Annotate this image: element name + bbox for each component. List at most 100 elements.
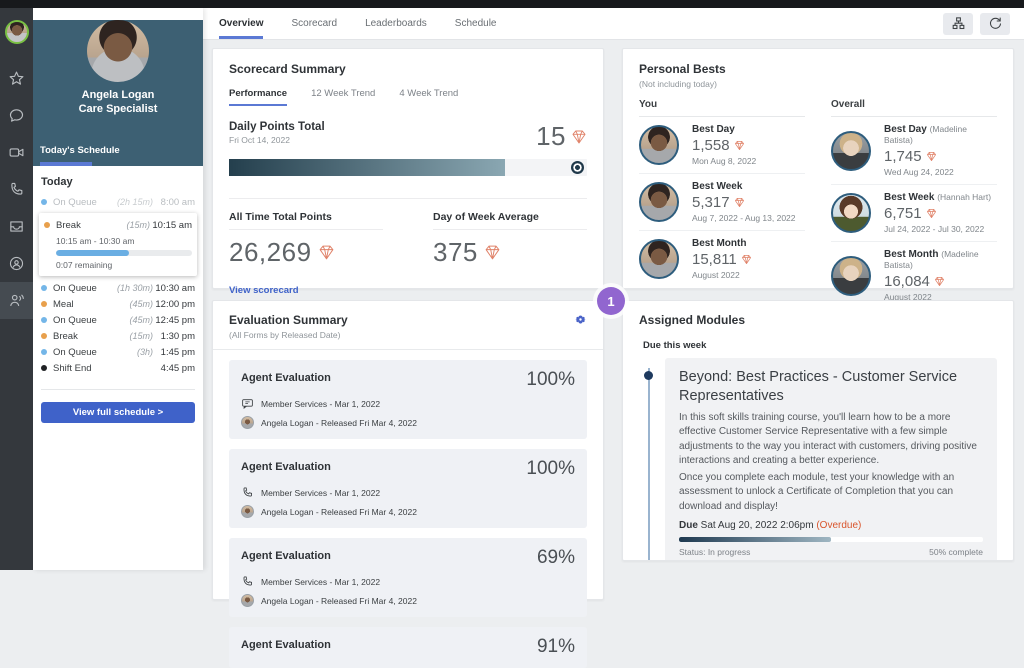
best-value: 1,745 <box>884 148 922 165</box>
target-icon[interactable] <box>571 161 584 174</box>
tab-schedule[interactable]: Schedule <box>455 8 497 39</box>
tab-performance[interactable]: Performance <box>229 88 288 106</box>
card-subtitle: (All Forms by Released Date) <box>229 330 341 340</box>
schedule-time: 1:45 pm <box>160 346 195 358</box>
chat-nav[interactable] <box>0 97 33 134</box>
evaluation-queue: Member Services - Mar 1, 2022 <box>261 398 381 409</box>
evaluation-item[interactable]: Agent Evaluation 100% Member Services - … <box>229 449 587 528</box>
tab-scorecard[interactable]: Scorecard <box>291 8 337 39</box>
favorites-nav[interactable] <box>0 60 33 97</box>
evaluation-score: 100% <box>526 369 575 390</box>
view-scorecard-link[interactable]: View scorecard <box>229 285 299 296</box>
best-day-row: Best Day (Madeline Batista) 1,745 Wed Au… <box>831 117 997 185</box>
module-percent-complete: 50% complete <box>929 547 983 558</box>
schedule-label: On Queue <box>53 282 97 294</box>
evaluation-settings-button[interactable] <box>574 313 587 326</box>
video-camera-icon <box>9 148 24 157</box>
tab-leaderboards[interactable]: Leaderboards <box>365 8 427 39</box>
evaluation-agent: Angela Logan - Released Fri Mar 4, 2022 <box>261 506 417 517</box>
module-item[interactable]: Beyond: Best Practices - Customer Servic… <box>644 358 997 560</box>
shift-end-dot <box>41 365 47 371</box>
schedule-time: 12:00 pm <box>155 298 195 310</box>
schedule-duration: (15m) <box>129 331 153 341</box>
todays-schedule-tab[interactable]: Today's Schedule <box>40 145 120 156</box>
daily-points-progress-track <box>229 159 587 176</box>
card-title: Assigned Modules <box>639 313 746 327</box>
gem-icon <box>485 245 500 260</box>
schedule-duration: (45m) <box>129 299 153 309</box>
schedule-row: Break (15m) 1:30 pm <box>38 328 198 344</box>
all-time-points-value: 26,269 <box>229 237 312 267</box>
evaluation-item[interactable]: Agent Evaluation 69% Member Services - M… <box>229 538 587 617</box>
best-title: Best Week <box>884 192 935 203</box>
avatar <box>241 505 254 518</box>
gem-icon <box>926 209 936 218</box>
best-month-row: Best Month (Madeline Batista) 16,084 Aug… <box>831 242 997 309</box>
evaluation-queue: Member Services - Mar 1, 2022 <box>261 576 381 587</box>
calls-nav[interactable] <box>0 171 33 208</box>
todays-schedule-underline <box>40 162 92 166</box>
schedule-day-header: Today <box>41 176 73 188</box>
activity-nav[interactable] <box>0 282 33 319</box>
refresh-button[interactable] <box>980 12 1010 35</box>
avatar <box>639 239 679 279</box>
on-queue-dot <box>41 349 47 355</box>
agent-support-nav[interactable] <box>0 245 33 282</box>
best-title: Best Day <box>692 124 735 135</box>
schedule-row: On Queue (2h 15m) 8:00 am <box>38 194 198 210</box>
gear-icon <box>575 315 586 324</box>
best-month-row: Best Month 15,811 August 2022 <box>639 231 805 287</box>
schedule-label: Break <box>56 219 81 231</box>
tab-12-week-trend[interactable]: 12 Week Trend <box>311 88 375 106</box>
module-status: Status: In progress <box>679 547 751 558</box>
gem-icon <box>734 198 744 207</box>
message-icon <box>242 399 253 409</box>
profile-header: Angela Logan Care Specialist Today's Sch… <box>33 20 203 166</box>
user-avatar[interactable] <box>4 20 29 44</box>
break-progress-track <box>56 250 192 256</box>
main-tabs: Overview Scorecard Leaderboards Schedule <box>219 8 496 39</box>
personal-bests-you-column: You Best Day 1,558 Mon Aug 8, 2022 Best … <box>639 99 805 309</box>
due-label: Due <box>679 520 698 532</box>
gem-icon <box>734 141 744 150</box>
inbox-icon <box>10 221 23 232</box>
view-full-schedule-button[interactable]: View full schedule > <box>41 402 195 423</box>
schedule-row: Break (15m) 10:15 am <box>44 217 192 233</box>
schedule-duration: (3h) <box>136 347 153 357</box>
module-description: In this soft skills training course, you… <box>679 411 977 467</box>
evaluation-item[interactable]: Agent Evaluation 91% <box>229 627 587 668</box>
module-progress-track <box>679 537 983 543</box>
schedule-label: Shift End <box>53 362 92 374</box>
tab-4-week-trend[interactable]: 4 Week Trend <box>399 88 458 106</box>
schedule-divider <box>41 389 195 390</box>
gem-icon <box>934 277 944 286</box>
current-activity-card[interactable]: Break (15m) 10:15 am 10:15 am - 10:30 am… <box>39 213 197 276</box>
best-date: August 2022 <box>692 270 740 280</box>
avatar <box>831 255 871 296</box>
evaluation-item[interactable]: Agent Evaluation 100% Member Services - … <box>229 360 587 439</box>
best-holder: (Hannah Hart) <box>937 192 992 202</box>
card-title: Scorecard Summary <box>229 62 346 76</box>
tab-overview[interactable]: Overview <box>219 8 264 39</box>
best-value: 5,317 <box>692 194 730 211</box>
scorecard-tabs: Performance 12 Week Trend 4 Week Trend <box>229 88 587 106</box>
schedule-duration: (15m) <box>126 220 150 230</box>
schedule-time: 1:30 pm <box>160 330 195 342</box>
profile-avatar <box>87 20 149 82</box>
video-nav[interactable] <box>0 134 33 171</box>
personal-bests-card: Personal Bests (Not including today) You… <box>622 48 1014 329</box>
column-header: Overall <box>831 99 997 117</box>
schedule-time: 12:45 pm <box>155 314 195 326</box>
module-progress-fill <box>679 537 831 543</box>
schedule-time: 10:30 am <box>155 282 195 294</box>
evaluation-divider <box>213 349 603 350</box>
break-time-range: 10:15 am - 10:30 am <box>56 236 135 246</box>
evaluation-title: Agent Evaluation <box>241 550 331 562</box>
hierarchy-button[interactable] <box>943 12 973 35</box>
best-day-row: Best Day 1,558 Mon Aug 8, 2022 <box>639 117 805 174</box>
avatar <box>241 416 254 429</box>
schedule-label: Meal <box>53 298 74 310</box>
guide-step-badge[interactable]: 1 <box>597 287 625 315</box>
inbox-nav[interactable] <box>0 208 33 245</box>
scorecard-divider <box>229 198 587 199</box>
